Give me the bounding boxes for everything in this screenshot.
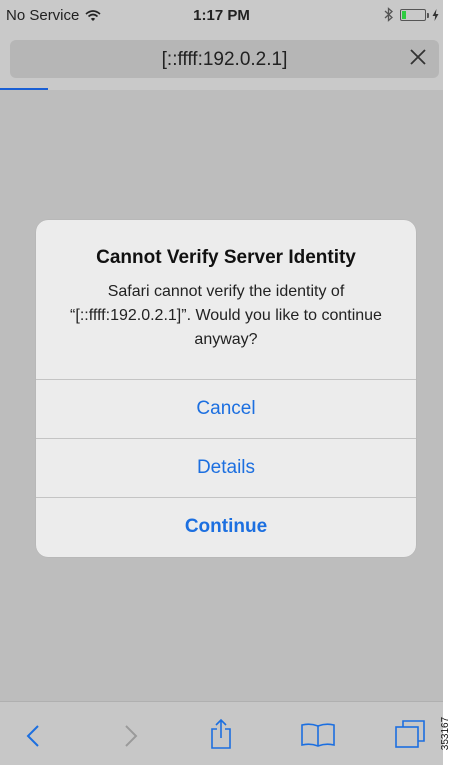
bookmarks-icon[interactable]	[300, 722, 336, 748]
bluetooth-icon	[384, 7, 393, 22]
url-text[interactable]: [::ffff:192.0.2.1]	[10, 49, 439, 71]
battery-icon	[400, 8, 429, 21]
back-icon[interactable]	[26, 724, 40, 748]
bottom-toolbar	[0, 701, 443, 765]
alert-message: Safari cannot verify the identity of “[:…	[70, 283, 382, 348]
address-bar[interactable]: [::ffff:192.0.2.1]	[10, 40, 439, 78]
battery-level	[402, 10, 406, 19]
figure-id-text: 353167	[440, 716, 452, 751]
forward-icon[interactable]	[124, 724, 138, 748]
status-bar: No Service 1:17 PM	[0, 0, 443, 32]
phone-screen: No Service 1:17 PM [::ffff:192.0.2.1] Ca…	[0, 0, 443, 765]
address-bar-area: [::ffff:192.0.2.1]	[0, 32, 443, 91]
cancel-button[interactable]: Cancel	[36, 379, 416, 438]
alert-dialog: Cannot Verify Server Identity Safari can…	[36, 220, 416, 557]
clock: 1:17 PM	[193, 7, 250, 24]
share-icon[interactable]	[210, 718, 232, 750]
charging-bolt-icon	[432, 8, 439, 21]
details-button[interactable]: Details	[36, 438, 416, 497]
figure-id-label: 353167	[440, 706, 459, 762]
stop-loading-icon[interactable]	[407, 46, 429, 68]
continue-button[interactable]: Continue	[36, 497, 416, 556]
tabs-icon[interactable]	[394, 719, 426, 749]
alert-title: Cannot Verify Server Identity	[96, 247, 356, 268]
status-right	[384, 7, 439, 22]
